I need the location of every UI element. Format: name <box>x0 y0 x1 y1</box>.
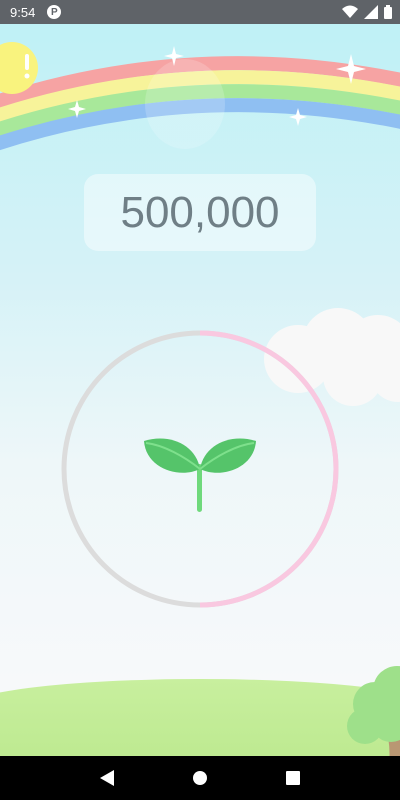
wifi-icon <box>342 5 358 18</box>
status-time: 9:54 <box>10 4 36 20</box>
game-scene: 500,000 <box>0 24 400 756</box>
recents-icon <box>286 771 301 785</box>
grass-ground <box>0 679 400 756</box>
back-icon <box>99 770 114 786</box>
status-bar: 9:54 P <box>0 0 400 24</box>
home-icon <box>192 771 207 785</box>
signal-icon <box>364 5 378 19</box>
score-counter: 500,000 <box>84 174 316 251</box>
status-icons <box>342 5 392 19</box>
back-button[interactable] <box>87 758 127 798</box>
growth-progress-ring[interactable] <box>60 329 340 609</box>
app-notification-icon: P <box>47 5 62 19</box>
score-value: 500,000 <box>120 187 280 237</box>
navigation-bar <box>0 756 400 800</box>
tree <box>347 666 400 756</box>
recents-button[interactable] <box>273 758 313 798</box>
home-button[interactable] <box>180 758 220 798</box>
battery-icon <box>384 5 392 19</box>
progress-ring-svg <box>61 330 339 608</box>
sprout-icon <box>144 438 256 512</box>
